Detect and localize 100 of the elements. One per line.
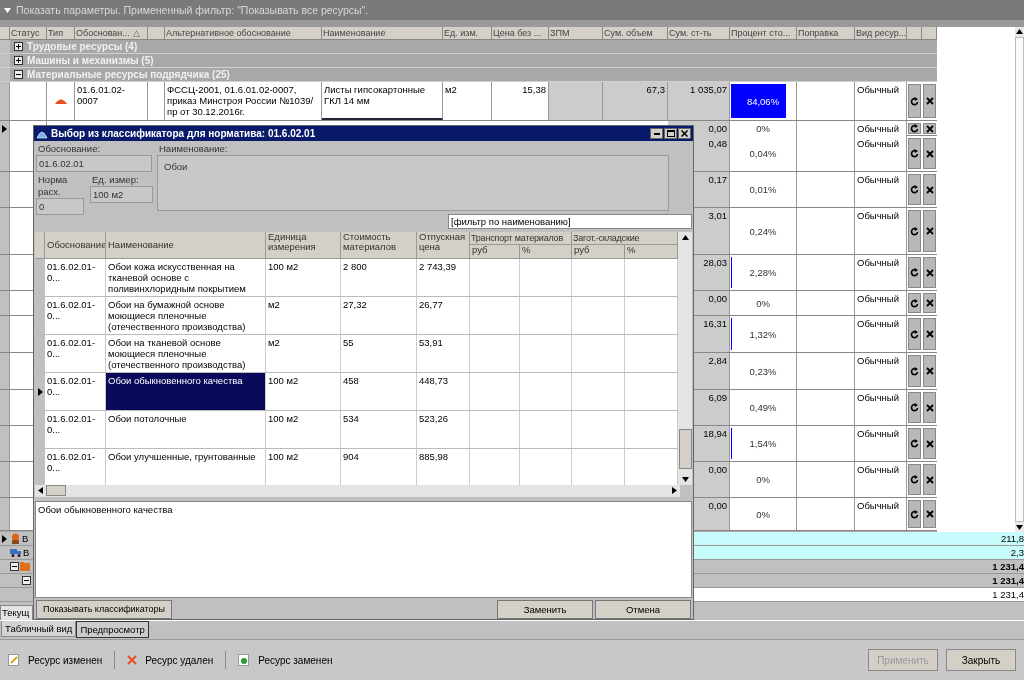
basis-field[interactable]: 01.6.02.01 (36, 155, 152, 172)
vertical-scrollbar[interactable] (678, 232, 692, 486)
expand-toggle-icon[interactable] (14, 56, 23, 65)
delete-button[interactable] (923, 500, 936, 528)
column-header[interactable]: Статус (10, 27, 47, 39)
refresh-button[interactable] (908, 84, 921, 118)
scroll-thumb[interactable] (678, 429, 692, 470)
delete-button[interactable] (923, 355, 936, 387)
refresh-button[interactable] (908, 318, 921, 350)
table-cell: 100 м2 (266, 259, 341, 297)
column-header[interactable]: Стоимость материалов (341, 232, 417, 260)
cross-icon (925, 149, 934, 158)
close-button[interactable] (678, 128, 691, 139)
delete-button[interactable] (923, 464, 936, 495)
scroll-down-icon[interactable] (1016, 525, 1023, 530)
column-header[interactable]: Сум. ст-ть (668, 27, 730, 39)
refresh-button[interactable] (908, 123, 921, 134)
document-tab[interactable]: Текущ (0, 605, 33, 620)
view-tab[interactable]: Предпросмотр (76, 621, 149, 638)
scroll-down-icon[interactable] (681, 477, 689, 483)
dialog-button[interactable]: Отмена (595, 600, 691, 619)
scroll-thumb[interactable] (46, 485, 66, 497)
cross-icon (925, 185, 934, 194)
delete-button[interactable] (923, 257, 936, 288)
delete-button[interactable] (923, 210, 936, 252)
refresh-button[interactable] (908, 174, 921, 205)
table-cell[interactable]: Обои на тканевой основе моющиеся пленочные (отечественного производства) (106, 335, 266, 373)
table-cell: Обычный (855, 462, 907, 497)
expand-toggle-icon[interactable] (14, 42, 23, 51)
refresh-icon (910, 366, 919, 376)
name-field[interactable]: Обои (157, 155, 669, 211)
table-cell[interactable]: Обои потолочные (106, 411, 266, 449)
norm-field[interactable]: 0 (36, 198, 84, 215)
refresh-button[interactable] (908, 210, 921, 252)
delete-button[interactable] (923, 138, 936, 169)
action-button[interactable]: Закрыть (946, 649, 1016, 671)
refresh-button[interactable] (908, 138, 921, 169)
delete-button[interactable] (923, 174, 936, 205)
column-header[interactable]: руб (572, 245, 625, 260)
column-header[interactable]: Тип (47, 27, 75, 39)
dialog-button[interactable]: Показывать классификаторы (36, 600, 172, 619)
table-cell[interactable]: Обои на бумажной основе моющиеся пленочные (отечественного производства) (106, 297, 266, 335)
refresh-button[interactable] (908, 500, 921, 528)
column-header[interactable]: Альтернативное обоснование (165, 27, 322, 39)
scroll-right-icon[interactable] (672, 487, 677, 495)
maximize-button[interactable] (664, 128, 677, 139)
collapse-icon[interactable] (4, 7, 11, 13)
refresh-icon (910, 268, 919, 277)
column-header[interactable]: Наименование (322, 27, 443, 39)
column-header[interactable]: % (520, 245, 572, 260)
refresh-button[interactable] (908, 464, 921, 495)
refresh-button[interactable] (908, 355, 921, 387)
filter-field[interactable]: [фильтр по наименованию] (448, 214, 692, 230)
column-header[interactable]: Процент сто... (730, 27, 797, 39)
description-box[interactable]: Обои обыкновенного качества (35, 500, 692, 598)
column-header[interactable]: Единица измерения (266, 232, 341, 260)
column-header[interactable]: Поправка (797, 27, 855, 39)
delete-button[interactable] (923, 293, 936, 313)
row-header[interactable] (35, 373, 45, 411)
column-header[interactable]: ЗПМ (549, 27, 603, 39)
expand-toggle-icon[interactable] (10, 562, 19, 571)
delete-button[interactable] (923, 123, 936, 134)
sort-icon[interactable]: △ (132, 27, 140, 39)
table-cell[interactable]: Обои обыкновенного качества (106, 373, 266, 411)
table-cell: Обычный (855, 82, 907, 120)
cross-icon (127, 655, 138, 665)
scroll-up-icon[interactable] (1016, 29, 1023, 34)
scroll-left-icon[interactable] (38, 487, 43, 495)
delete-button[interactable] (923, 428, 936, 459)
table-cell: 2 743,39 (417, 259, 470, 297)
table-cell: Обычный (855, 316, 907, 352)
refresh-button[interactable] (908, 257, 921, 288)
column-header[interactable]: Вид ресур... (855, 27, 907, 39)
refresh-button[interactable] (908, 293, 921, 313)
column-header[interactable]: руб (470, 245, 520, 260)
dialog-button[interactable]: Заменить (497, 600, 593, 619)
delete-button[interactable] (923, 392, 936, 423)
minimize-button[interactable] (650, 128, 663, 139)
refresh-button[interactable] (908, 428, 921, 459)
table-cell: 448,73 (417, 373, 470, 411)
view-tab[interactable]: Табличный вид (1, 621, 77, 637)
table-cell: 01.6.02.01-0... (45, 335, 106, 373)
unit-field[interactable]: 100 м2 (90, 186, 153, 203)
horizontal-scrollbar[interactable] (35, 485, 680, 497)
table-cell[interactable]: Обои кожа искусственная на тканевой основе с поливинхлоридным покрытием (106, 259, 266, 297)
column-header[interactable]: Сум. объем (603, 27, 668, 39)
delete-button[interactable] (923, 84, 936, 118)
column-header[interactable]: Отпускная цена (417, 232, 470, 260)
column-header[interactable]: Обоснован... △ (75, 27, 148, 39)
table-cell: м2 (266, 335, 341, 373)
column-header[interactable]: Наименование (106, 232, 266, 260)
refresh-button[interactable] (908, 392, 921, 423)
delete-button[interactable] (923, 318, 936, 350)
column-header[interactable]: Ед. изм. (443, 27, 492, 39)
scroll-up-icon[interactable] (681, 235, 689, 241)
table-cell: 1 035,07 (668, 82, 730, 120)
table-cell: 01.6.02.01-0... (45, 297, 106, 335)
column-header[interactable]: Цена без ... (492, 27, 549, 39)
expand-toggle-icon[interactable] (14, 70, 23, 79)
expand-toggle-icon[interactable] (22, 576, 31, 585)
